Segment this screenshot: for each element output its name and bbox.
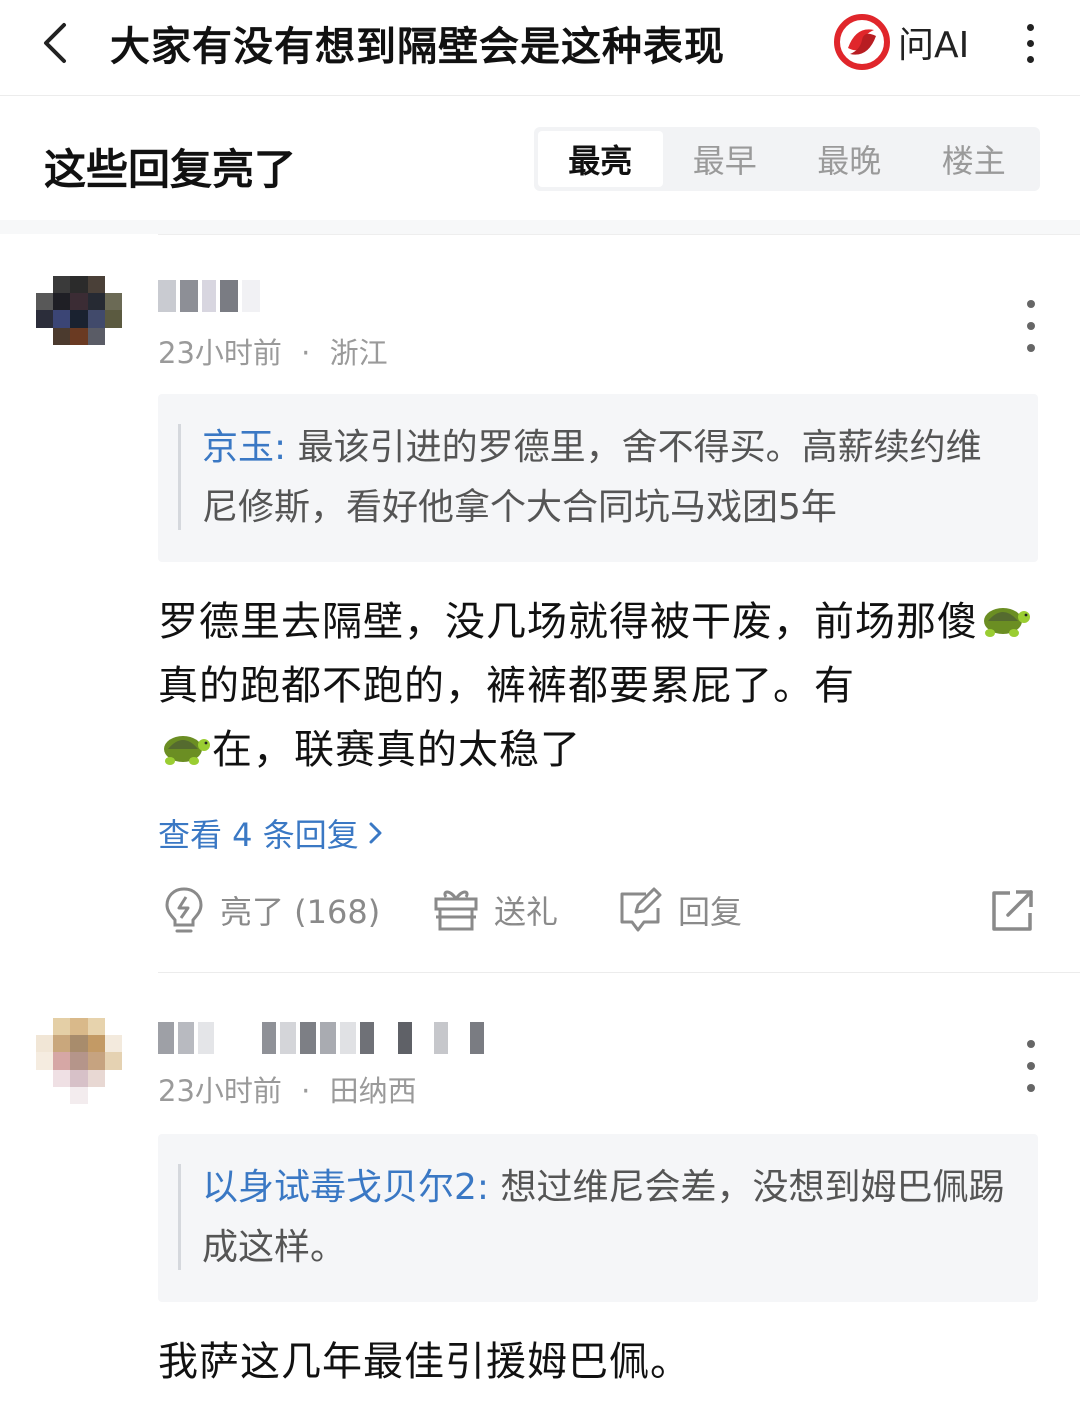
share-external-icon [992, 890, 1033, 931]
comment-body-part: 罗德里去隔壁，没几场就得被干废，前场那傻 [158, 599, 978, 645]
quote-bar [178, 1164, 181, 1270]
comment-location: 田纳西 [329, 1074, 417, 1108]
more-vertical-icon-dot [1026, 55, 1034, 63]
view-replies-label: 查看 4 条回复 [158, 816, 359, 854]
username-blurred[interactable] [158, 1020, 484, 1056]
gift-icon [434, 890, 478, 931]
edit-reply-icon [620, 887, 662, 932]
meta-separator: · [301, 336, 311, 370]
comment-time: 23小时前 [158, 336, 282, 370]
more-vertical-icon [1027, 1040, 1035, 1048]
ai-logo-icon [834, 14, 890, 70]
comment-location: 浙江 [329, 336, 388, 370]
quoted-reply[interactable]: 以身试毒戈贝尔2: 想过维尼会差，没想到姆巴佩踢成这样。 [158, 1134, 1038, 1302]
like-count-label: 亮了 (168) [220, 893, 381, 931]
more-vertical-icon-dot [1027, 344, 1035, 352]
quoted-reply[interactable]: 京玉: 最该引进的罗德里，舍不得买。高薪续约维尼修斯，看好他拿个大合同坑马戏团5… [158, 394, 1038, 562]
lightbulb-icon [165, 887, 203, 933]
quote-content: 最该引进的罗德里，舍不得买。高薪续约维尼修斯，看好他拿个大合同坑马戏团5年 [202, 427, 982, 528]
ask-ai-button[interactable]: 问AI [834, 12, 969, 72]
back-button[interactable] [30, 18, 80, 68]
comment-time: 23小时前 [158, 1074, 282, 1108]
avatar[interactable] [36, 1018, 122, 1104]
tab-latest[interactable]: 最晚 [787, 131, 912, 187]
more-vertical-icon-dot [1026, 39, 1034, 47]
tab-earliest[interactable]: 最早 [663, 131, 788, 187]
share-button[interactable] [990, 880, 1036, 940]
gift-label: 送礼 [494, 893, 559, 931]
section-title: 这些回复亮了 [44, 145, 297, 194]
comment-actions: 亮了 (168) 送礼 回复 [158, 880, 1038, 940]
quote-text: 以身试毒戈贝尔2: 想过维尼会差，没想到姆巴佩踢成这样。 [202, 1158, 1012, 1278]
comment-body-part: 真的跑都不跑的，裤裤都要累屁了。有 [158, 663, 855, 709]
chevron-right-icon [369, 822, 382, 844]
back-arrow-icon [44, 23, 66, 63]
divider [158, 234, 1080, 235]
quote-bar [178, 424, 181, 530]
turtle-emoji-icon [164, 736, 210, 765]
quote-author[interactable]: 以身试毒戈贝尔2: [202, 1167, 489, 1208]
top-navigation-bar: 大家有没有想到隔壁会是这种表现 问AI [0, 0, 1080, 96]
tab-brightest[interactable]: 最亮 [538, 131, 663, 187]
section-header: 这些回复亮了 最亮 最早 最晚 楼主 [0, 96, 1080, 220]
view-replies-link[interactable]: 查看 4 条回复 [158, 810, 385, 856]
tab-op-only[interactable]: 楼主 [912, 131, 1037, 187]
comment-divider [158, 972, 1080, 973]
reply-button[interactable]: 回复 [616, 880, 742, 940]
username-blurred[interactable] [158, 278, 260, 314]
quote-text: 京玉: 最该引进的罗德里，舍不得买。高薪续约维尼修斯，看好他拿个大合同坑马戏团5… [202, 418, 1012, 538]
quote-author[interactable]: 京玉: [202, 427, 286, 468]
more-vertical-icon-dot [1027, 1084, 1035, 1092]
comment-more-button[interactable] [1016, 300, 1046, 352]
sort-tabs: 最亮 最早 最晚 楼主 [534, 127, 1040, 191]
comment-more-button[interactable] [1016, 1040, 1046, 1092]
more-vertical-icon [1027, 300, 1035, 308]
ask-ai-label: 问AI [898, 25, 970, 66]
more-vertical-icon-dot [1027, 322, 1035, 330]
like-button[interactable]: 亮了 (168) [162, 880, 380, 940]
reply-label: 回复 [678, 893, 743, 931]
avatar[interactable] [36, 276, 122, 362]
turtle-emoji-icon [984, 608, 1030, 637]
comment-meta: 23小时前 · 浙江 [158, 330, 388, 372]
section-separator [0, 220, 1080, 234]
comment-body-part: 在，联赛真的太稳了 [212, 727, 581, 773]
more-vertical-icon-dot [1027, 1062, 1035, 1070]
comment-body: 罗德里去隔壁，没几场就得被干废，前场那傻 真的跑都不跑的，裤裤都要累屁了。有 在… [158, 590, 1038, 782]
meta-separator: · [301, 1074, 311, 1108]
gift-button[interactable]: 送礼 [432, 880, 558, 940]
comment-body: 我萨这几年最佳引援姆巴佩。 [158, 1339, 691, 1385]
more-vertical-icon [1026, 23, 1034, 31]
page-title: 大家有没有想到隔壁会是这种表现 [110, 24, 725, 70]
comment-meta: 23小时前 · 田纳西 [158, 1068, 417, 1110]
more-options-button[interactable] [1012, 18, 1048, 68]
